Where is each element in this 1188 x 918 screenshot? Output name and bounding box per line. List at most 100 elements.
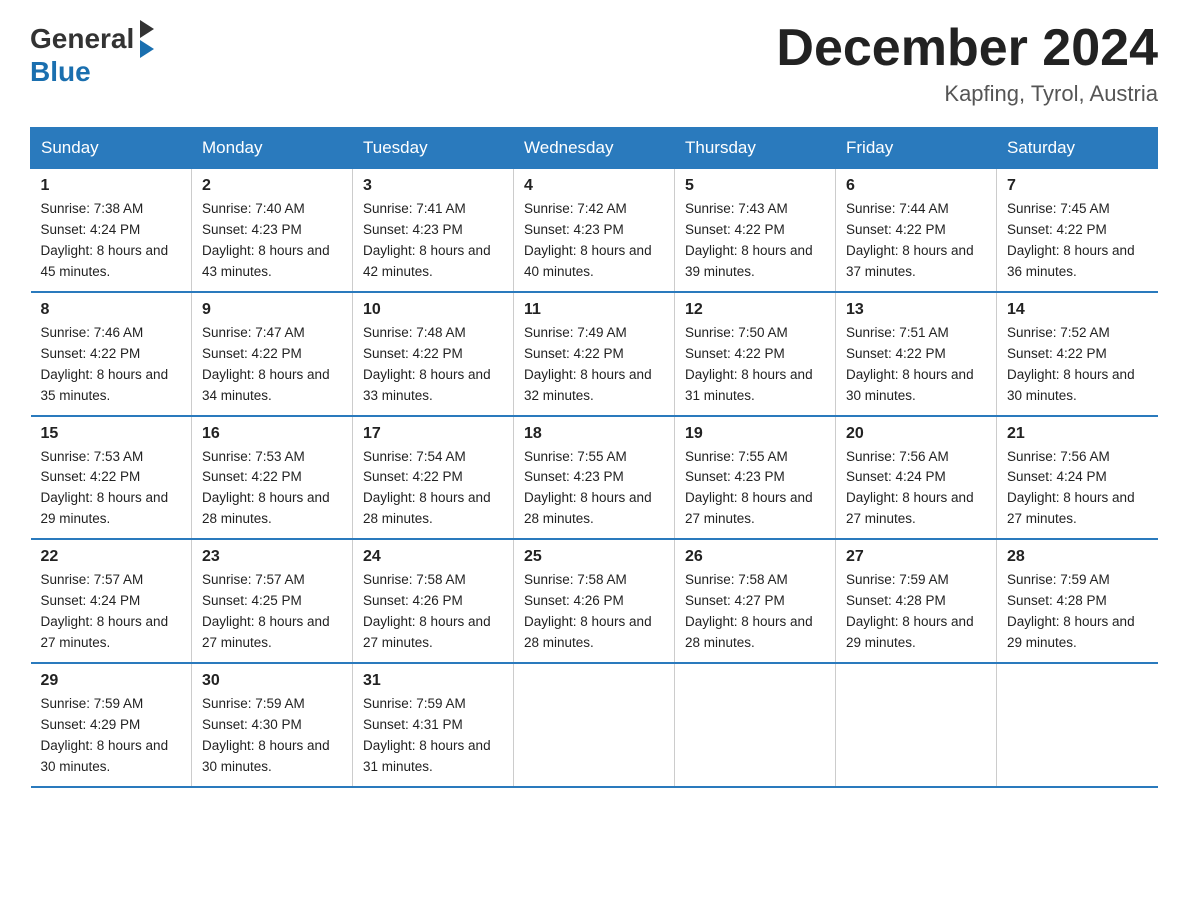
day-number: 15 [41, 425, 182, 443]
day-number: 23 [202, 548, 342, 566]
day-number: 20 [846, 425, 986, 443]
calendar-cell: 19 Sunrise: 7:55 AMSunset: 4:23 PMDaylig… [675, 416, 836, 540]
day-number: 17 [363, 425, 503, 443]
day-info: Sunrise: 7:59 AMSunset: 4:30 PMDaylight:… [202, 696, 330, 774]
day-info: Sunrise: 7:40 AMSunset: 4:23 PMDaylight:… [202, 201, 330, 279]
day-number: 6 [846, 177, 986, 195]
calendar-cell: 27 Sunrise: 7:59 AMSunset: 4:28 PMDaylig… [836, 539, 997, 663]
day-info: Sunrise: 7:56 AMSunset: 4:24 PMDaylight:… [846, 449, 974, 527]
calendar-cell: 16 Sunrise: 7:53 AMSunset: 4:22 PMDaylig… [192, 416, 353, 540]
day-number: 11 [524, 301, 664, 319]
page-header: General Blue December 2024 Kapfing, Tyro… [30, 20, 1158, 107]
calendar-week-row: 1 Sunrise: 7:38 AMSunset: 4:24 PMDayligh… [31, 169, 1158, 292]
calendar-header: Sunday Monday Tuesday Wednesday Thursday… [31, 128, 1158, 169]
calendar-cell [675, 663, 836, 787]
calendar-cell: 23 Sunrise: 7:57 AMSunset: 4:25 PMDaylig… [192, 539, 353, 663]
day-number: 1 [41, 177, 182, 195]
calendar-cell: 12 Sunrise: 7:50 AMSunset: 4:22 PMDaylig… [675, 292, 836, 416]
day-number: 16 [202, 425, 342, 443]
calendar-week-row: 15 Sunrise: 7:53 AMSunset: 4:22 PMDaylig… [31, 416, 1158, 540]
day-info: Sunrise: 7:57 AMSunset: 4:25 PMDaylight:… [202, 572, 330, 650]
day-info: Sunrise: 7:58 AMSunset: 4:26 PMDaylight:… [363, 572, 491, 650]
calendar-cell: 30 Sunrise: 7:59 AMSunset: 4:30 PMDaylig… [192, 663, 353, 787]
day-info: Sunrise: 7:46 AMSunset: 4:22 PMDaylight:… [41, 325, 169, 403]
calendar-table: Sunday Monday Tuesday Wednesday Thursday… [30, 127, 1158, 787]
calendar-cell: 2 Sunrise: 7:40 AMSunset: 4:23 PMDayligh… [192, 169, 353, 292]
day-number: 4 [524, 177, 664, 195]
day-info: Sunrise: 7:59 AMSunset: 4:29 PMDaylight:… [41, 696, 169, 774]
col-sunday: Sunday [31, 128, 192, 169]
calendar-cell: 13 Sunrise: 7:51 AMSunset: 4:22 PMDaylig… [836, 292, 997, 416]
col-friday: Friday [836, 128, 997, 169]
day-number: 22 [41, 548, 182, 566]
calendar-cell: 26 Sunrise: 7:58 AMSunset: 4:27 PMDaylig… [675, 539, 836, 663]
calendar-cell: 5 Sunrise: 7:43 AMSunset: 4:22 PMDayligh… [675, 169, 836, 292]
day-number: 26 [685, 548, 825, 566]
day-info: Sunrise: 7:53 AMSunset: 4:22 PMDaylight:… [41, 449, 169, 527]
logo-blue-text: Blue [30, 58, 91, 86]
calendar-cell: 11 Sunrise: 7:49 AMSunset: 4:22 PMDaylig… [514, 292, 675, 416]
day-info: Sunrise: 7:59 AMSunset: 4:28 PMDaylight:… [1007, 572, 1135, 650]
day-number: 18 [524, 425, 664, 443]
day-info: Sunrise: 7:57 AMSunset: 4:24 PMDaylight:… [41, 572, 169, 650]
calendar-cell: 20 Sunrise: 7:56 AMSunset: 4:24 PMDaylig… [836, 416, 997, 540]
day-info: Sunrise: 7:59 AMSunset: 4:28 PMDaylight:… [846, 572, 974, 650]
day-info: Sunrise: 7:55 AMSunset: 4:23 PMDaylight:… [524, 449, 652, 527]
day-number: 9 [202, 301, 342, 319]
calendar-cell [514, 663, 675, 787]
day-info: Sunrise: 7:52 AMSunset: 4:22 PMDaylight:… [1007, 325, 1135, 403]
day-number: 31 [363, 672, 503, 690]
calendar-cell: 10 Sunrise: 7:48 AMSunset: 4:22 PMDaylig… [353, 292, 514, 416]
day-info: Sunrise: 7:50 AMSunset: 4:22 PMDaylight:… [685, 325, 813, 403]
day-info: Sunrise: 7:48 AMSunset: 4:22 PMDaylight:… [363, 325, 491, 403]
day-number: 3 [363, 177, 503, 195]
day-number: 28 [1007, 548, 1148, 566]
header-row: Sunday Monday Tuesday Wednesday Thursday… [31, 128, 1158, 169]
day-number: 8 [41, 301, 182, 319]
day-number: 27 [846, 548, 986, 566]
title-section: December 2024 Kapfing, Tyrol, Austria [776, 20, 1158, 107]
day-number: 30 [202, 672, 342, 690]
calendar-cell: 21 Sunrise: 7:56 AMSunset: 4:24 PMDaylig… [997, 416, 1158, 540]
day-info: Sunrise: 7:47 AMSunset: 4:22 PMDaylight:… [202, 325, 330, 403]
logo: General Blue [30, 20, 154, 86]
location-subtitle: Kapfing, Tyrol, Austria [776, 81, 1158, 107]
calendar-body: 1 Sunrise: 7:38 AMSunset: 4:24 PMDayligh… [31, 169, 1158, 787]
day-info: Sunrise: 7:38 AMSunset: 4:24 PMDaylight:… [41, 201, 169, 279]
day-number: 5 [685, 177, 825, 195]
day-info: Sunrise: 7:41 AMSunset: 4:23 PMDaylight:… [363, 201, 491, 279]
calendar-cell: 3 Sunrise: 7:41 AMSunset: 4:23 PMDayligh… [353, 169, 514, 292]
day-number: 25 [524, 548, 664, 566]
day-number: 10 [363, 301, 503, 319]
calendar-cell: 31 Sunrise: 7:59 AMSunset: 4:31 PMDaylig… [353, 663, 514, 787]
day-info: Sunrise: 7:53 AMSunset: 4:22 PMDaylight:… [202, 449, 330, 527]
day-number: 13 [846, 301, 986, 319]
day-number: 14 [1007, 301, 1148, 319]
calendar-week-row: 22 Sunrise: 7:57 AMSunset: 4:24 PMDaylig… [31, 539, 1158, 663]
calendar-cell: 7 Sunrise: 7:45 AMSunset: 4:22 PMDayligh… [997, 169, 1158, 292]
day-info: Sunrise: 7:51 AMSunset: 4:22 PMDaylight:… [846, 325, 974, 403]
calendar-cell: 4 Sunrise: 7:42 AMSunset: 4:23 PMDayligh… [514, 169, 675, 292]
day-info: Sunrise: 7:54 AMSunset: 4:22 PMDaylight:… [363, 449, 491, 527]
calendar-cell: 15 Sunrise: 7:53 AMSunset: 4:22 PMDaylig… [31, 416, 192, 540]
day-info: Sunrise: 7:49 AMSunset: 4:22 PMDaylight:… [524, 325, 652, 403]
calendar-cell: 25 Sunrise: 7:58 AMSunset: 4:26 PMDaylig… [514, 539, 675, 663]
day-info: Sunrise: 7:44 AMSunset: 4:22 PMDaylight:… [846, 201, 974, 279]
day-number: 24 [363, 548, 503, 566]
day-info: Sunrise: 7:58 AMSunset: 4:27 PMDaylight:… [685, 572, 813, 650]
calendar-cell: 22 Sunrise: 7:57 AMSunset: 4:24 PMDaylig… [31, 539, 192, 663]
calendar-cell: 18 Sunrise: 7:55 AMSunset: 4:23 PMDaylig… [514, 416, 675, 540]
day-number: 19 [685, 425, 825, 443]
day-number: 2 [202, 177, 342, 195]
day-info: Sunrise: 7:43 AMSunset: 4:22 PMDaylight:… [685, 201, 813, 279]
col-tuesday: Tuesday [353, 128, 514, 169]
col-saturday: Saturday [997, 128, 1158, 169]
logo-general-text: General [30, 25, 134, 53]
calendar-cell: 9 Sunrise: 7:47 AMSunset: 4:22 PMDayligh… [192, 292, 353, 416]
calendar-week-row: 29 Sunrise: 7:59 AMSunset: 4:29 PMDaylig… [31, 663, 1158, 787]
calendar-cell [997, 663, 1158, 787]
col-monday: Monday [192, 128, 353, 169]
day-number: 21 [1007, 425, 1148, 443]
col-thursday: Thursday [675, 128, 836, 169]
calendar-cell: 17 Sunrise: 7:54 AMSunset: 4:22 PMDaylig… [353, 416, 514, 540]
